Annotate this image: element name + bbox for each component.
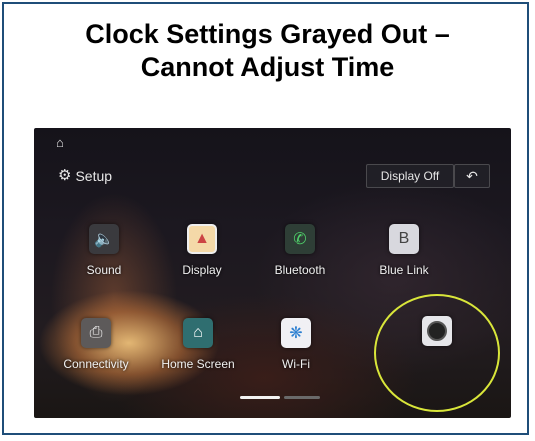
title-line-1: Clock Settings Grayed Out – [85,19,450,49]
home-icon[interactable]: ⌂ [56,136,70,150]
gear-icon: ⚙ [58,167,72,184]
app-blue-link[interactable]: B Blue Link [364,224,444,277]
app-wifi[interactable]: ❋ Wi-Fi [256,318,336,371]
slide-title: Clock Settings Grayed Out – Cannot Adjus… [4,18,531,84]
app-display[interactable]: ▲ Display [162,224,242,277]
page-indicator-active[interactable] [240,396,280,399]
app-label: Display [182,263,222,277]
back-arrow-icon[interactable]: ↶ [454,164,490,188]
connectivity-icon: ⎙ [81,318,111,348]
app-label: Connectivity [63,357,129,371]
title-line-2: Cannot Adjust Time [140,52,395,82]
app-sound[interactable]: 🔈 Sound [64,224,144,277]
app-label: Sound [86,263,122,277]
infotainment-screen: ⌂ ⚙ Setup Display Off ↶ 🔈 Sound ▲ Displa… [34,128,511,418]
highlight-circle [374,294,500,412]
home-screen-icon: ⌂ [183,318,213,348]
app-home-screen[interactable]: ⌂ Home Screen [158,318,238,371]
app-label: Bluetooth [274,263,326,277]
blue-link-icon: B [389,224,419,254]
app-label: Wi-Fi [282,357,310,371]
speaker-icon: 🔈 [89,224,119,254]
page-indicator-inactive[interactable] [284,396,320,399]
app-connectivity[interactable]: ⎙ Connectivity [56,318,136,371]
app-bluetooth[interactable]: ✆ Bluetooth [260,224,340,277]
wifi-icon: ❋ [281,318,311,348]
display-icon: ▲ [187,224,217,254]
slide-frame: Clock Settings Grayed Out – Cannot Adjus… [2,2,529,435]
bluetooth-phone-icon: ✆ [285,224,315,254]
app-label: Home Screen [161,357,235,371]
display-off-button[interactable]: Display Off [366,164,454,188]
setup-header: ⚙ Setup [58,167,113,185]
setup-label: Setup [75,168,113,184]
app-label: Blue Link [379,263,429,277]
